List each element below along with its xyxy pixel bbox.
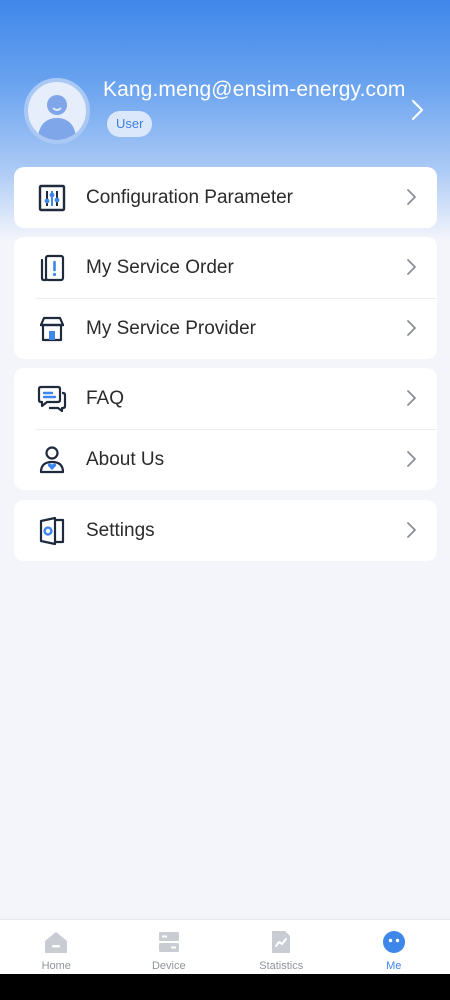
tab-device[interactable]: Device [113, 920, 226, 974]
tab-label: Statistics [259, 960, 304, 972]
tab-label: Home [41, 960, 71, 972]
menu-item-label: About Us [86, 449, 165, 470]
door-settings-icon [39, 516, 65, 546]
menu-item-label: My Service Order [86, 257, 234, 278]
avatar[interactable] [24, 78, 90, 144]
bottom-tab-bar: Home Device Statistics Me [0, 919, 450, 974]
chevron-right-icon [407, 259, 416, 275]
menu-item-label: FAQ [86, 388, 125, 409]
menu-item-my-service-order[interactable]: My Service Order [14, 237, 437, 298]
menu-item-about-us[interactable]: About Us [14, 429, 437, 490]
chevron-right-icon [407, 522, 416, 538]
user-email: Kang.meng@ensim-energy.com [103, 78, 406, 101]
chat-bubbles-icon [37, 385, 67, 413]
service-card: My Service Order My Service Provider [14, 237, 437, 359]
store-icon [39, 316, 65, 342]
device-icon [158, 932, 179, 952]
settings-card: Settings [14, 500, 437, 561]
chevron-right-icon [407, 189, 416, 205]
menu-item-label: Settings [86, 520, 155, 541]
person-heart-icon [39, 446, 65, 474]
menu-item-faq[interactable]: FAQ [14, 368, 437, 429]
chevron-right-icon [407, 390, 416, 406]
tab-home[interactable]: Home [0, 920, 113, 974]
system-navigation-bar [0, 974, 450, 1000]
menu-item-my-service-provider[interactable]: My Service Provider [14, 298, 437, 359]
order-alert-icon [40, 254, 65, 282]
tab-statistics[interactable]: Statistics [225, 920, 338, 974]
profile-section[interactable]: Kang.meng@ensim-energy.com User [0, 70, 450, 150]
tab-me[interactable]: Me [338, 920, 450, 974]
chevron-right-icon[interactable] [405, 98, 429, 122]
menu-item-label: Configuration Parameter [86, 187, 293, 208]
help-card: FAQ About Us [14, 368, 437, 490]
config-card: Configuration Parameter [14, 167, 437, 228]
chevron-right-icon [407, 320, 416, 336]
role-badge: User [107, 111, 153, 137]
home-icon [45, 932, 68, 953]
sliders-icon [38, 184, 66, 212]
menu-item-label: My Service Provider [86, 318, 256, 339]
menu-item-settings[interactable]: Settings [14, 500, 437, 561]
tab-label: Me [386, 960, 402, 972]
chevron-right-icon [407, 451, 416, 467]
me-face-icon [382, 931, 405, 953]
tab-label: Device [151, 960, 186, 972]
user-avatar-icon [38, 95, 76, 140]
menu-item-configuration-parameter[interactable]: Configuration Parameter [14, 167, 437, 228]
statistics-icon [272, 931, 291, 953]
